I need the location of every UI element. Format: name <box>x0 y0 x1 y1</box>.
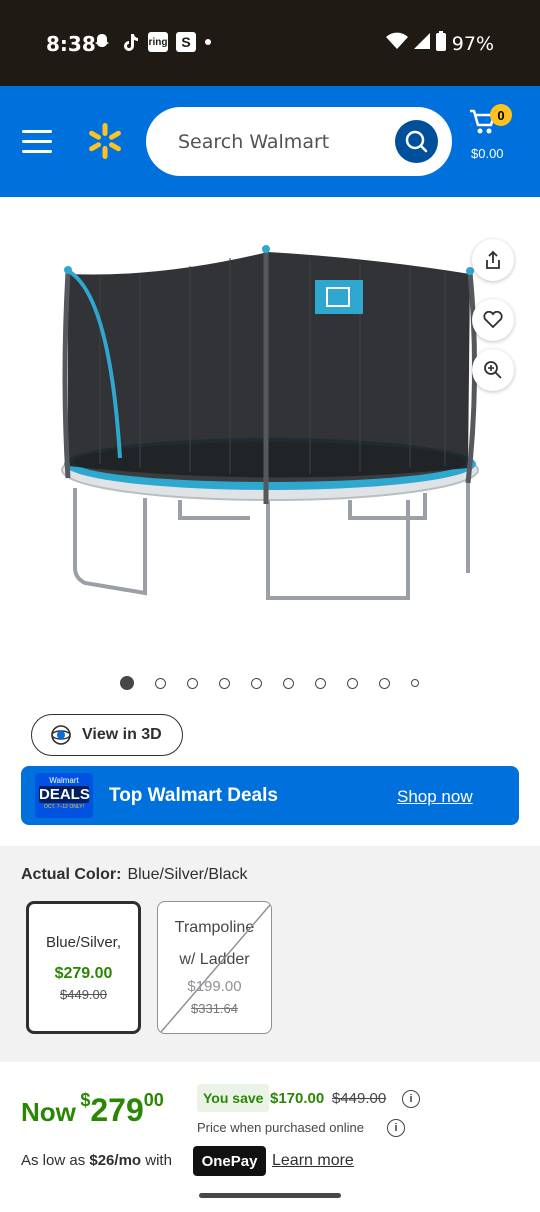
gallery-dot[interactable] <box>347 677 358 689</box>
status-bar: 8:38 ring S 97% <box>0 0 540 86</box>
search-input[interactable]: Search Walmart <box>178 131 329 153</box>
financing-text: As low as $26/mo with <box>21 1152 172 1169</box>
deals-logo-top: Walmart <box>49 776 79 785</box>
favorite-button[interactable] <box>472 299 514 341</box>
online-price-note: Price when purchased online <box>197 1120 364 1135</box>
variant-selector: Actual Color: Blue/Silver/Black Blue/Silv… <box>0 846 540 1062</box>
price-info-icon[interactable]: i <box>402 1090 420 1108</box>
product-image[interactable] <box>40 238 490 618</box>
with-text: with <box>145 1152 172 1169</box>
you-save-badge: You save <box>197 1084 270 1112</box>
gallery-dot[interactable] <box>379 677 390 689</box>
monthly-price: $26/mo <box>89 1152 142 1169</box>
gallery-dot[interactable] <box>411 679 419 687</box>
deals-logo: Walmart DEALS OCT. 7–12 ONLY! <box>35 773 93 818</box>
variant-price: $279.00 <box>54 965 113 982</box>
share-icon <box>486 250 500 269</box>
menu-button[interactable] <box>22 130 52 154</box>
gallery-dot[interactable] <box>283 677 294 689</box>
app-header: Search Walmart 0 $0.00 <box>0 86 540 197</box>
deals-title: Top Walmart Deals <box>109 785 278 806</box>
gallery-dot[interactable] <box>219 677 230 689</box>
zoom-in-icon <box>484 361 502 379</box>
price-dollars: 279 <box>90 1092 144 1128</box>
onepay-logo: OnePay <box>193 1146 266 1176</box>
ring-icon: ring <box>148 32 168 52</box>
dot-icon <box>204 31 212 53</box>
color-label-value: Blue/Silver/Black <box>127 866 248 883</box>
gallery-dot[interactable] <box>251 677 262 689</box>
3d-icon <box>51 725 71 745</box>
search-bar[interactable]: Search Walmart <box>146 107 452 176</box>
gallery-pagination <box>120 676 419 690</box>
learn-more-link[interactable]: Learn more <box>272 1152 354 1170</box>
cart-button[interactable]: 0 $0.00 <box>468 104 528 168</box>
variant-name: Blue/Silver, <box>45 934 122 951</box>
now-label: Now <box>21 1097 76 1127</box>
color-label-key: Actual Color: <box>21 866 122 883</box>
price-currency: $ <box>80 1090 91 1110</box>
share-button[interactable] <box>472 239 514 281</box>
s-icon: S <box>176 32 196 52</box>
battery-icon <box>435 31 446 56</box>
unavailable-strike <box>160 904 271 1033</box>
was-price: $449.00 <box>332 1090 387 1107</box>
home-indicator[interactable] <box>199 1193 341 1198</box>
heart-icon <box>483 311 503 329</box>
wifi-icon <box>385 32 408 55</box>
deals-logo-sub: OCT. 7–12 ONLY! <box>44 804 84 810</box>
gallery-dot[interactable] <box>120 676 134 690</box>
search-icon <box>405 130 428 153</box>
color-label: Actual Color: Blue/Silver/Black <box>21 866 248 884</box>
status-time: 8:38 <box>46 32 96 56</box>
gallery-dot[interactable] <box>187 677 198 689</box>
deals-logo-main: DEALS <box>39 786 90 803</box>
view-in-3d-label: View in 3D <box>82 726 162 743</box>
battery-percent: 97% <box>451 32 494 55</box>
cart-count-badge: 0 <box>490 104 512 126</box>
gallery-dot[interactable] <box>155 677 166 689</box>
search-button[interactable] <box>395 120 438 163</box>
status-system-icons: 97% <box>385 31 494 56</box>
status-notification-icons: ring S <box>92 31 212 53</box>
snapchat-icon <box>92 31 112 53</box>
variant-option-unavailable[interactable]: Trampoline w/ Ladder $199.00 $331.64 <box>157 901 272 1034</box>
walmart-spark-logo[interactable] <box>86 122 124 160</box>
zoom-button[interactable] <box>472 349 514 391</box>
shop-now-link[interactable]: Shop now <box>397 787 473 807</box>
price-cents: 00 <box>143 1090 164 1110</box>
save-amount: $170.00 <box>270 1090 325 1107</box>
cart-total: $0.00 <box>471 146 504 161</box>
online-price-info-icon[interactable]: i <box>387 1119 405 1137</box>
deals-banner[interactable]: Walmart DEALS OCT. 7–12 ONLY! Top Walmar… <box>21 766 519 825</box>
current-price: Now $27900 <box>21 1090 164 1129</box>
gallery-dot[interactable] <box>315 677 326 689</box>
variant-was-price: $449.00 <box>60 987 107 1002</box>
tiktok-icon <box>120 31 140 53</box>
view-in-3d-button[interactable]: View in 3D <box>31 714 183 756</box>
variant-option-selected[interactable]: Blue/Silver, $279.00 $449.00 <box>26 901 141 1034</box>
signal-icon <box>413 32 430 55</box>
as-low-prefix: As low as <box>21 1152 86 1169</box>
